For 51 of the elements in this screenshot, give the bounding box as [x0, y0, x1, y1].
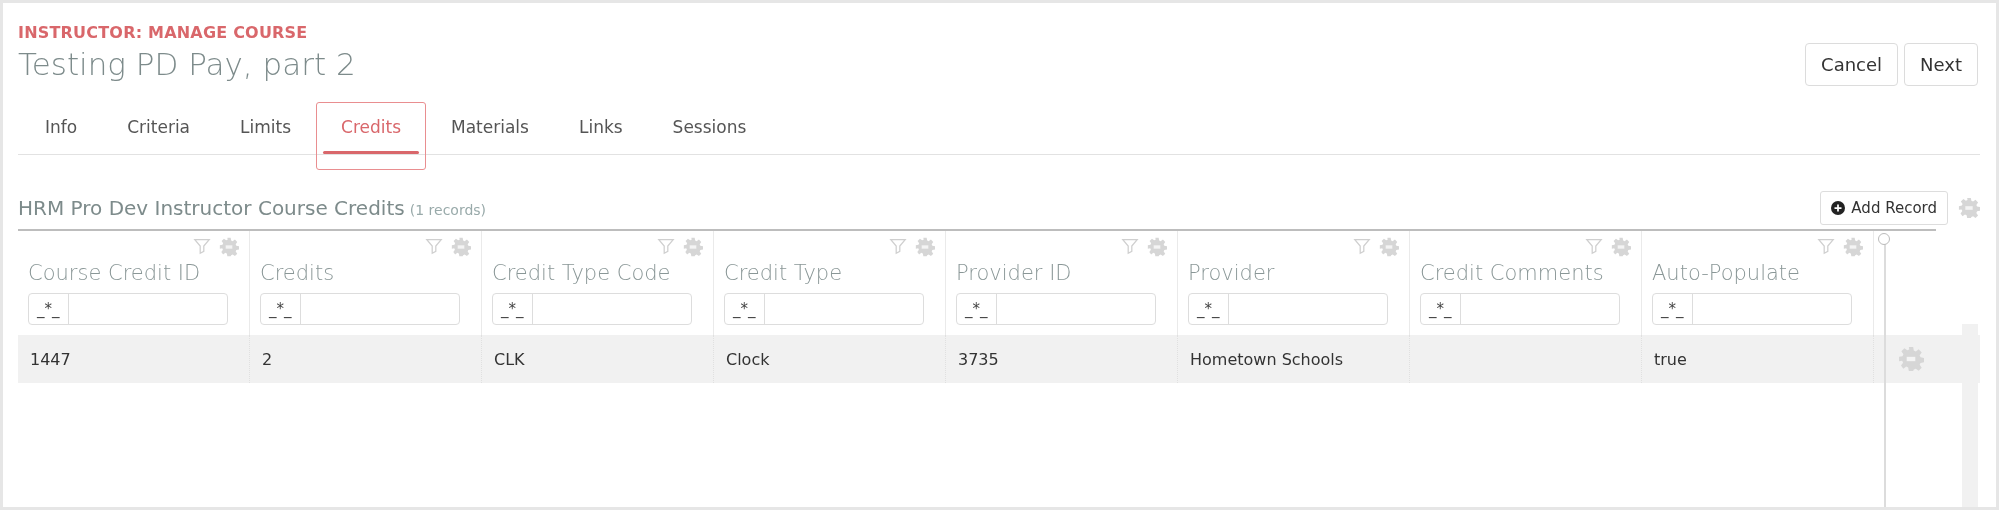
filter-icon[interactable] [425, 237, 443, 255]
tab[interactable]: Info [20, 102, 103, 170]
scrollbar[interactable] [1962, 324, 1978, 507]
tab[interactable]: Criteria [102, 102, 216, 170]
settings-icon[interactable] [1611, 237, 1631, 257]
filter-field[interactable]: _*_ [1420, 293, 1620, 325]
filter-icon[interactable] [889, 237, 907, 255]
table-cell: Clock [726, 349, 770, 369]
filter-field[interactable]: _*_ [956, 293, 1156, 325]
table-row[interactable]: 1447 2 CLK Clock 3735 Hometown Schools true [18, 335, 1980, 383]
filter-icon[interactable] [657, 237, 675, 255]
filter-field[interactable]: _*_ [28, 293, 228, 325]
tab[interactable]: Materials [426, 102, 554, 170]
settings-icon[interactable] [1898, 346, 1924, 372]
table-cell: Hometown Schools [1190, 349, 1344, 369]
settings-icon[interactable] [915, 237, 935, 257]
settings-icon[interactable] [1379, 237, 1399, 257]
filter-icon[interactable] [193, 237, 211, 255]
settings-icon[interactable] [1843, 237, 1863, 257]
record-count: (1 records) [409, 202, 487, 218]
filter-icon[interactable] [1585, 237, 1603, 255]
settings-icon[interactable] [451, 237, 471, 257]
add-record-button[interactable]: Add Record [1820, 191, 1948, 225]
settings-icon[interactable] [1147, 237, 1167, 257]
resize-handle[interactable] [1878, 233, 1890, 245]
filter-field[interactable]: _*_ [260, 293, 460, 325]
filter-icon[interactable] [1121, 237, 1139, 255]
settings-icon[interactable] [219, 237, 239, 257]
tab[interactable]: Credits [316, 102, 426, 170]
next-button[interactable]: Next [1904, 43, 1978, 86]
filter-field[interactable]: _*_ [492, 293, 692, 325]
filter-field[interactable]: _*_ [724, 293, 924, 325]
filter-icon[interactable] [1817, 237, 1835, 255]
settings-icon[interactable] [1958, 197, 1980, 219]
table-cell: 3735 [958, 349, 999, 369]
filter-field[interactable]: _*_ [1188, 293, 1388, 325]
filter-icon[interactable] [1353, 237, 1371, 255]
tab[interactable]: Links [553, 102, 648, 170]
tab[interactable]: Limits [215, 102, 317, 170]
settings-icon[interactable] [683, 237, 703, 257]
cancel-button[interactable]: Cancel [1805, 43, 1899, 86]
page-eyebrow: INSTRUCTOR: MANAGE COURSE [18, 23, 309, 42]
filter-field[interactable]: _*_ [1652, 293, 1852, 325]
table-cell: 2 [262, 349, 273, 369]
table-cell: 1447 [30, 349, 71, 369]
table-cell: true [1654, 349, 1687, 369]
tab[interactable]: Sessions [647, 102, 772, 170]
grid-title: HRM Pro Dev Instructor Course Credits [18, 196, 405, 220]
plus-circle-icon [1831, 201, 1846, 215]
course-title: Testing PD Pay, part 2 [18, 46, 356, 82]
table-cell: CLK [494, 349, 525, 369]
